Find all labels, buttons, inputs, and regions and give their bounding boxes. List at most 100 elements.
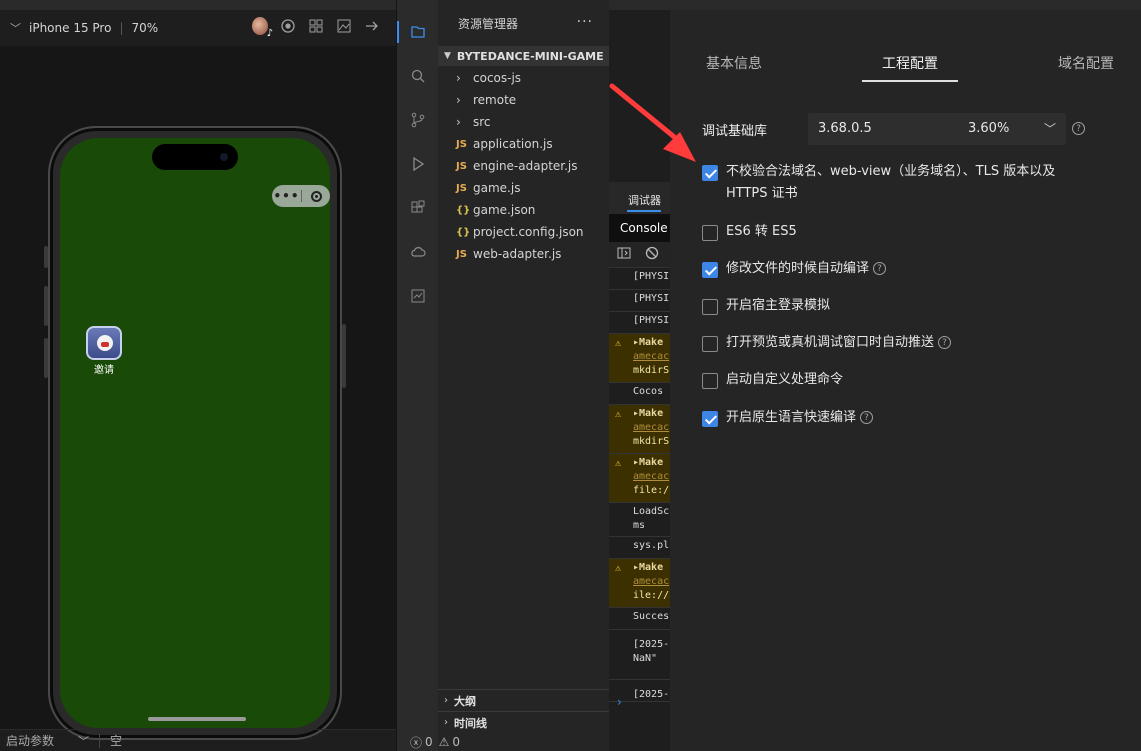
console-log-entry[interactable]: Cocos <box>609 383 670 405</box>
capsule-more-button[interactable]: ••• <box>272 189 301 203</box>
help-icon[interactable]: ? <box>873 262 887 275</box>
invite-button[interactable]: 邀请 <box>84 326 124 376</box>
timeline-section[interactable]: › 时间线 <box>438 711 609 733</box>
user-avatar-icon[interactable] <box>252 17 273 39</box>
js-file-icon: JS <box>456 182 467 194</box>
cloud-icon[interactable] <box>410 244 426 260</box>
explorer-title: 资源管理器 <box>458 16 519 31</box>
warning-icon: ⚠ <box>438 735 450 749</box>
tab-basic-info[interactable]: 基本信息 <box>706 53 762 73</box>
js-file-icon: JS <box>456 138 467 150</box>
console-log-entry[interactable]: LoadSc ms <box>609 503 670 537</box>
option-row: 开启原生语言快速编译? <box>702 410 874 429</box>
console-log-entry[interactable]: ⚠ ▸Make amecac mkdirS <box>609 334 670 383</box>
tree-item[interactable]: JS web-adapter.js <box>438 243 609 265</box>
option-text: ES6 转 ES5 <box>726 224 797 239</box>
log-line: ▸Make <box>633 408 664 419</box>
launch-params-value[interactable]: 空 <box>110 732 122 749</box>
tab-domain-config[interactable]: 域名配置 <box>1058 53 1114 73</box>
device-selector[interactable]: iPhone 15 Pro <box>29 21 111 35</box>
params-separator <box>99 733 101 748</box>
tree-item[interactable]: › cocos-js <box>438 67 609 89</box>
console-log-entry[interactable]: sys.pl <box>609 537 670 559</box>
log-line: sys.pl <box>633 540 670 551</box>
run-debug-icon[interactable] <box>410 156 426 172</box>
console-log-entry[interactable]: Succes <box>609 608 670 630</box>
performance-chart-icon[interactable] <box>410 288 426 304</box>
debug-lib-select[interactable]: 3.68.0.5 3.60% ﹀ <box>808 113 1066 145</box>
tree-item[interactable]: {} game.json <box>438 199 609 221</box>
console-log-entry[interactable]: ⚠ ▸Make amecac file:/ <box>609 454 670 503</box>
tab-project-config[interactable]: 工程配置 <box>882 53 938 73</box>
tree-item-label: cocos-js <box>473 71 522 85</box>
option-text: 不校验合法域名、web-view（业务域名）、TLS 版本以及 <box>726 164 1056 179</box>
tree-item[interactable]: JS game.js <box>438 177 609 199</box>
phone-power-button <box>342 324 346 388</box>
activity-bar <box>396 0 438 751</box>
help-icon[interactable]: ? <box>860 411 874 424</box>
outline-label: 大纲 <box>454 694 476 708</box>
tree-item[interactable]: › src <box>438 111 609 133</box>
console-log-entry[interactable]: [PHYSI <box>609 312 670 334</box>
project-root[interactable]: ▼ BYTEDANCE-MINI-GAME <box>438 46 609 66</box>
option-checkbox[interactable] <box>702 336 718 352</box>
log-line: [PHYSI <box>633 271 670 282</box>
log-line: Succes <box>633 611 670 622</box>
help-icon[interactable]: ? <box>1072 122 1085 135</box>
option-text-line2: HTTPS 证书 <box>726 186 798 201</box>
explorer-files-icon[interactable] <box>410 24 426 40</box>
console-log-entry[interactable]: ⚠ ▸Make amecac ile:// <box>609 559 670 608</box>
tree-item-label: src <box>473 115 491 129</box>
json-file-icon: {} <box>456 204 471 216</box>
source-control-icon[interactable] <box>410 112 426 128</box>
device-chevron-icon[interactable]: ﹀ <box>10 20 21 36</box>
option-label: 启动自定义处理命令 <box>726 369 843 391</box>
console-prompt[interactable]: › <box>617 695 622 709</box>
tab-console[interactable]: Console <box>609 214 670 242</box>
search-icon[interactable] <box>410 68 426 84</box>
console-log-entry[interactable]: ⚠ ▸Make amecac mkdirS <box>609 405 670 454</box>
extensions-icon[interactable] <box>410 200 426 216</box>
option-checkbox[interactable] <box>702 373 718 389</box>
image-icon[interactable] <box>336 18 352 34</box>
explorer-more-button[interactable]: ··· <box>577 14 593 30</box>
help-icon[interactable]: ? <box>938 336 952 349</box>
record-icon[interactable] <box>280 18 296 34</box>
option-checkbox[interactable] <box>702 411 718 427</box>
grid-icon[interactable] <box>308 18 324 34</box>
clear-console-icon[interactable] <box>645 246 659 263</box>
json-file-icon: {} <box>456 226 471 238</box>
tree-item-label: remote <box>473 93 517 107</box>
tree-item[interactable]: JS application.js <box>438 133 609 155</box>
game-screen[interactable]: ••• 邀请 <box>60 138 330 728</box>
option-checkbox[interactable] <box>702 262 718 278</box>
log-line: Cocos <box>633 386 664 397</box>
console-log-entry[interactable]: [PHYSI <box>609 290 670 312</box>
phone-action-button <box>44 246 48 268</box>
log-line: amecac <box>633 576 670 587</box>
warning-icon: ⚠ <box>615 458 622 469</box>
option-checkbox[interactable] <box>702 225 718 241</box>
chevron-right-icon: › <box>456 71 461 85</box>
console-log-entry[interactable]: [PHYSI <box>609 268 670 290</box>
log-line: ▸Make <box>633 457 664 468</box>
console-log-entry[interactable]: [2025- NaN" <box>609 630 670 680</box>
launch-params-dropdown-icon[interactable]: ﹀ <box>78 733 89 749</box>
arrow-right-icon[interactable] <box>364 18 380 34</box>
tree-item[interactable]: {} project.config.json <box>438 221 609 243</box>
chevron-down-icon: ﹀ <box>1044 122 1057 136</box>
tree-item[interactable]: › remote <box>438 89 609 111</box>
error-icon: ⓧ <box>410 735 423 750</box>
capsule-close-button[interactable] <box>302 190 330 202</box>
outline-section[interactable]: › 大纲 <box>438 689 609 711</box>
option-checkbox[interactable] <box>702 299 718 315</box>
tab-debugger[interactable]: 调试器 <box>628 192 661 208</box>
sidebar-toggle-icon[interactable] <box>617 246 631 263</box>
js-file-icon: JS <box>456 248 467 260</box>
zoom-selector[interactable]: 70% <box>132 21 159 35</box>
debugger-top-strip <box>609 0 670 10</box>
tree-item[interactable]: JS engine-adapter.js <box>438 155 609 177</box>
invite-character-icon <box>86 326 122 360</box>
log-line: ▸Make <box>633 562 664 573</box>
problems-status[interactable]: ⓧ 0 ⚠ 0 <box>410 733 609 751</box>
